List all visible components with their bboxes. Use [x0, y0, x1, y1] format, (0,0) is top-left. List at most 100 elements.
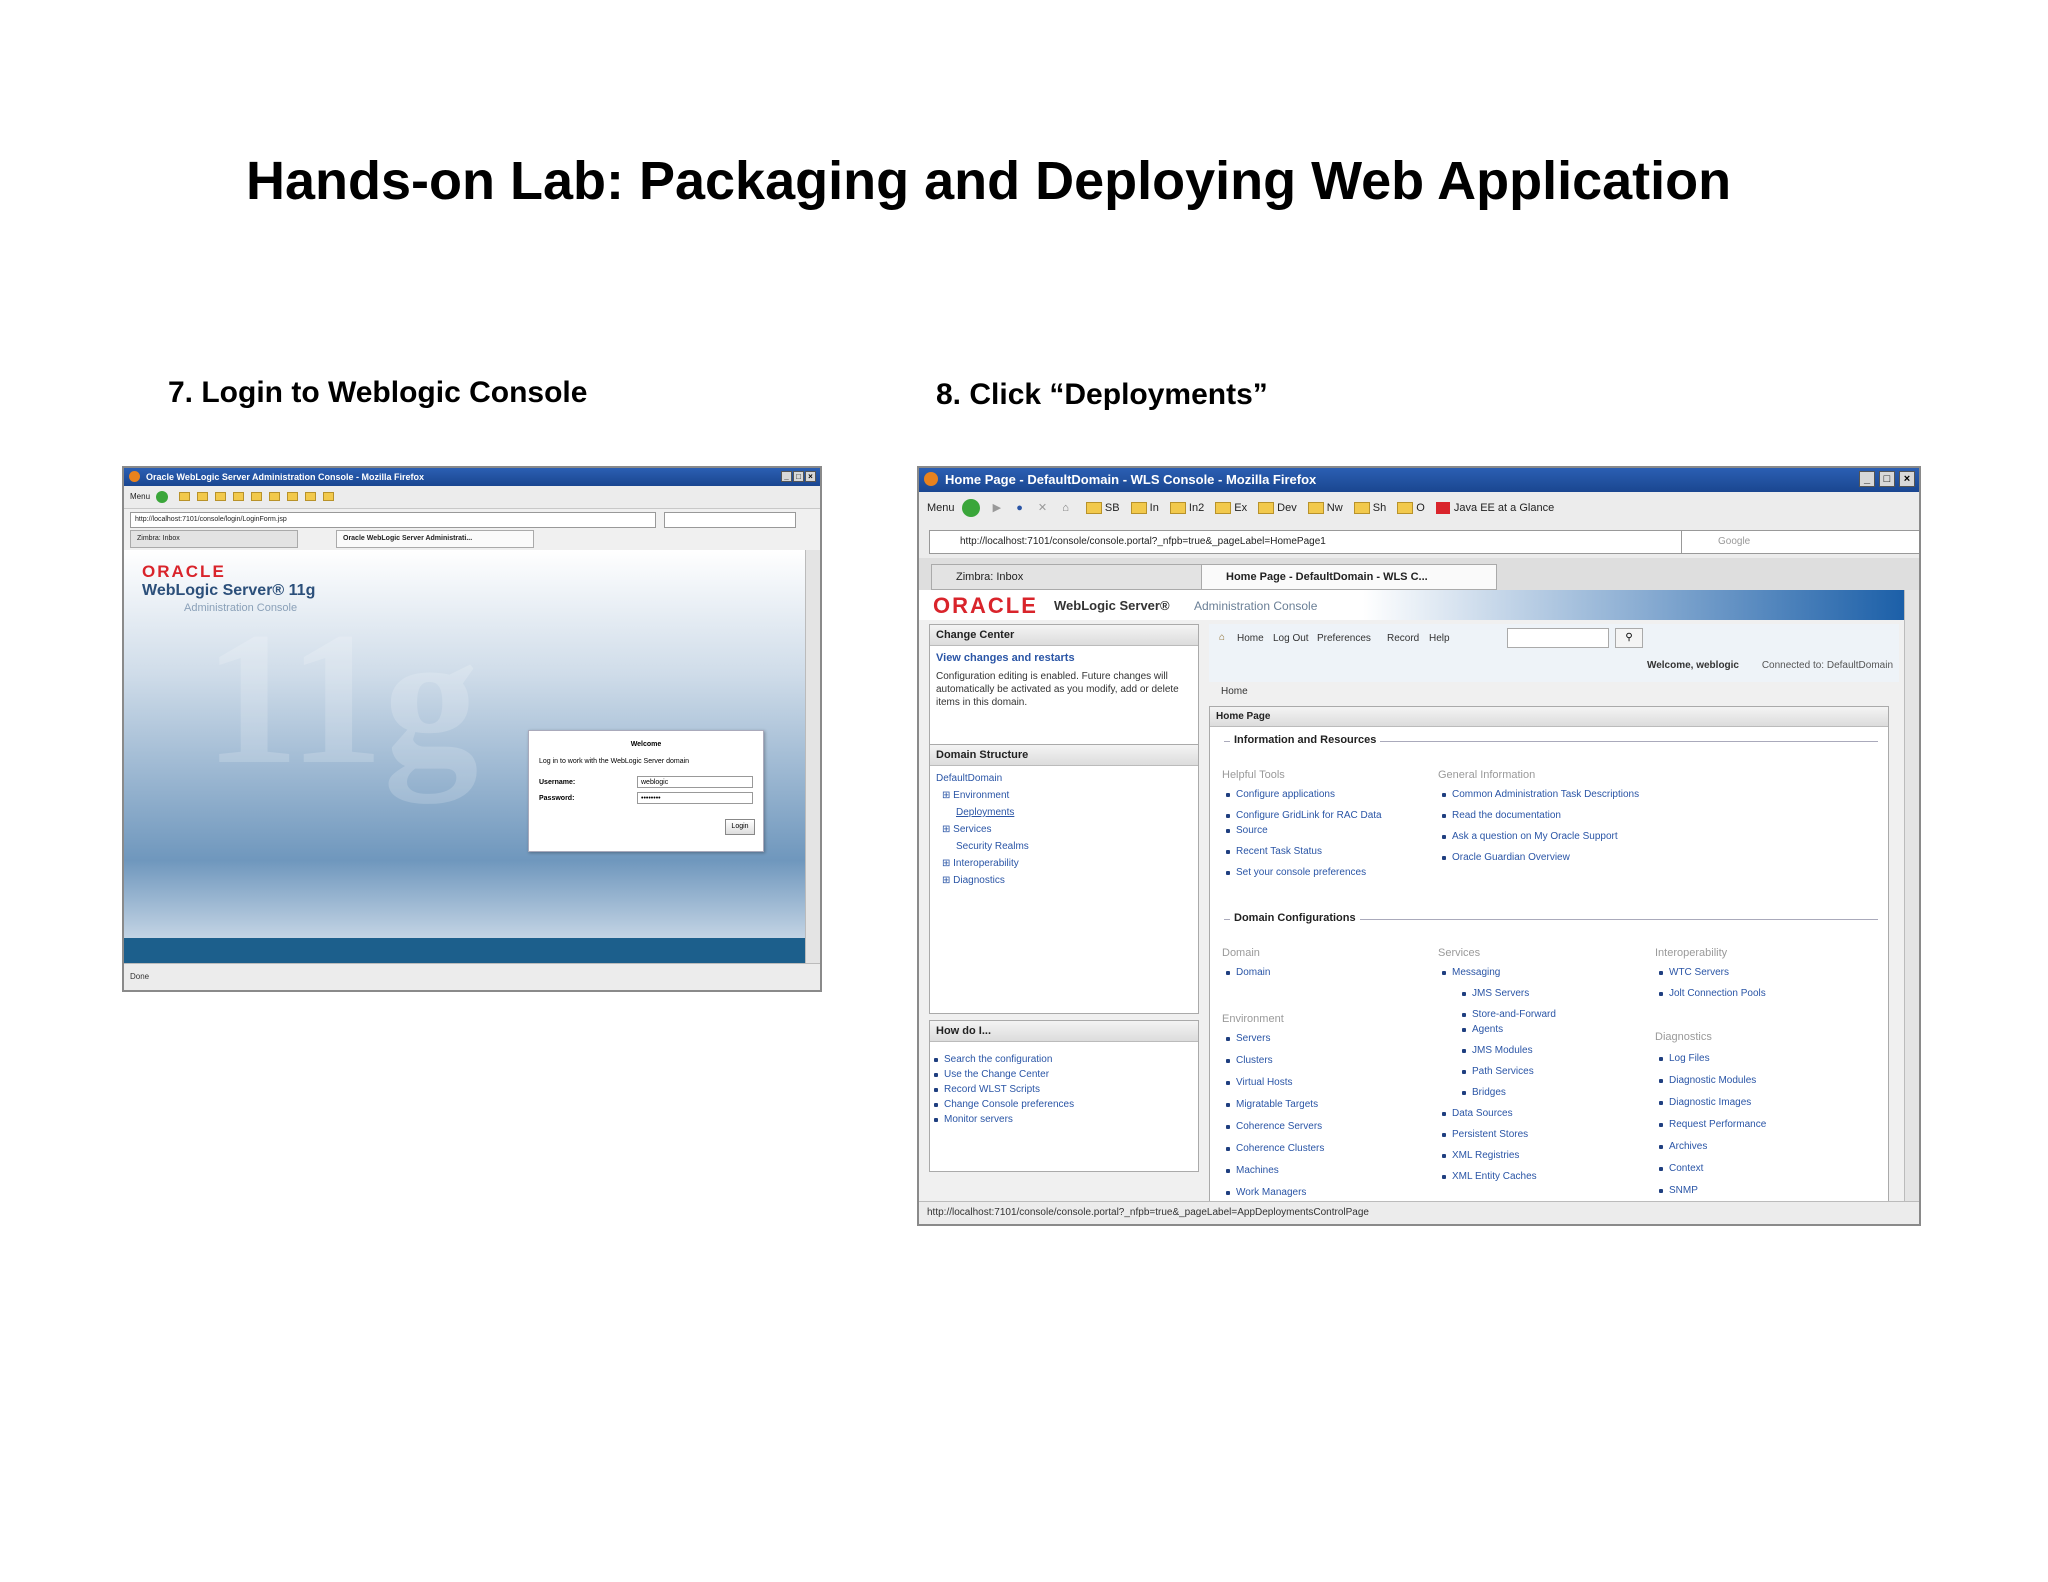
interop-item[interactable]: Jolt Connection Pools [1659, 986, 1766, 1001]
tab-zimbra[interactable]: Zimbra: Inbox [130, 530, 298, 548]
environment-item[interactable]: Servers [1225, 1031, 1324, 1046]
diagnostics-item[interactable]: Diagnostic Images [1658, 1095, 1766, 1110]
tree-default-domain[interactable]: DefaultDomain [936, 770, 1192, 787]
bookmark-folder-icon[interactable] [251, 492, 263, 502]
bookmark-in[interactable]: In [1150, 502, 1159, 514]
bookmark-folder-icon[interactable] [1169, 502, 1186, 515]
scrollbar[interactable] [1904, 590, 1919, 1202]
bookmark-folder-icon[interactable] [287, 492, 299, 502]
back-icon[interactable] [961, 499, 980, 518]
back-icon[interactable] [156, 490, 169, 503]
environment-item[interactable]: Migratable Targets [1225, 1097, 1324, 1112]
how-item[interactable]: Monitor servers [934, 1112, 1198, 1127]
diagnostics-item[interactable]: Diagnostic Modules [1658, 1073, 1766, 1088]
bookmark-folder-icon[interactable] [305, 492, 317, 502]
services-item[interactable]: XML Entity Caches [1442, 1169, 1556, 1184]
search-input[interactable]: Google [1681, 530, 1919, 554]
helpful-tool-item[interactable]: Configure GridLink for RAC Data [1226, 808, 1382, 823]
url-bar[interactable]: http://localhost:7101/console/login/Logi… [130, 512, 656, 528]
forward-icon[interactable]: ▶ [993, 502, 1001, 514]
tree-services[interactable]: ⊞ Services [936, 821, 1192, 838]
services-item[interactable]: JMS Modules [1462, 1043, 1556, 1058]
bookmark-folder-icon[interactable] [1353, 502, 1370, 515]
diagnostics-item[interactable]: SNMP [1658, 1183, 1766, 1198]
minimize-icon[interactable]: _ [781, 471, 792, 482]
stop-icon[interactable]: ✕ [1038, 502, 1047, 514]
services-item[interactable]: XML Registries [1442, 1148, 1556, 1163]
scrollbar[interactable] [805, 550, 820, 964]
tab-zimbra[interactable]: Zimbra: Inbox [931, 564, 1227, 590]
environment-item[interactable]: Clusters [1225, 1053, 1324, 1068]
maximize-icon[interactable]: □ [793, 471, 804, 482]
environment-item[interactable]: Virtual Hosts [1225, 1075, 1324, 1090]
bookmark-folder-icon[interactable] [1085, 502, 1102, 515]
toolbar-logout[interactable]: Log Out [1273, 633, 1309, 644]
bookmark-folder-icon[interactable] [233, 492, 245, 502]
bookmark-folder-icon[interactable] [215, 492, 227, 502]
services-item[interactable]: Persistent Stores [1442, 1127, 1556, 1142]
interop-item[interactable]: WTC Servers [1659, 965, 1766, 980]
helpful-tool-item[interactable]: Set your console preferences [1226, 865, 1382, 880]
bookmark-folder-icon[interactable] [179, 492, 191, 502]
diagnostics-item[interactable]: Log Files [1658, 1051, 1766, 1066]
services-item[interactable]: Path Services [1462, 1064, 1556, 1079]
bookmark-folder-icon[interactable] [1215, 502, 1232, 515]
bookmark-folder-icon[interactable] [197, 492, 209, 502]
services-item[interactable]: Bridges [1462, 1085, 1556, 1100]
bookmark-folder-icon[interactable] [269, 492, 281, 502]
toolbar-record[interactable]: Record [1387, 633, 1419, 644]
tab-home-page[interactable]: Home Page - DefaultDomain - WLS C... [1201, 564, 1497, 590]
tree-deployments[interactable]: Deployments [936, 804, 1192, 821]
how-item[interactable]: Use the Change Center [934, 1067, 1198, 1082]
how-item[interactable]: Change Console preferences [934, 1097, 1198, 1112]
general-info-item[interactable]: Ask a question on My Oracle Support [1441, 829, 1639, 844]
helpful-tool-item[interactable]: Configure applications [1226, 787, 1382, 802]
close-icon[interactable]: × [805, 471, 816, 482]
environment-item[interactable]: Coherence Servers [1225, 1119, 1324, 1134]
services-item[interactable]: Store-and-Forward [1462, 1007, 1556, 1022]
services-item[interactable]: JMS Servers [1462, 986, 1556, 1001]
menu-button[interactable]: Menu [130, 492, 150, 501]
bookmark-sh[interactable]: Sh [1373, 502, 1386, 514]
tree-security-realms[interactable]: Security Realms [936, 838, 1192, 855]
bookmark-folder-icon[interactable] [1307, 502, 1324, 515]
bookmark-folder-icon[interactable] [323, 492, 335, 502]
toolbar-home[interactable]: Home [1237, 633, 1264, 644]
search-input[interactable] [664, 512, 796, 528]
reload-icon[interactable]: ● [1016, 502, 1023, 514]
how-item[interactable]: Record WLST Scripts [934, 1082, 1198, 1097]
services-item[interactable]: Agents [1462, 1022, 1556, 1037]
tree-interoperability[interactable]: ⊞ Interoperability [936, 855, 1192, 872]
bookmark-nw[interactable]: Nw [1327, 502, 1343, 514]
helpful-tool-item[interactable]: Source [1226, 823, 1382, 838]
url-bar[interactable]: http://localhost:7101/console/console.po… [929, 530, 1691, 554]
toolbar-help[interactable]: Help [1429, 633, 1450, 644]
bookmark-sb[interactable]: SB [1105, 502, 1120, 514]
console-search-input[interactable] [1507, 628, 1609, 648]
services-item[interactable]: Data Sources [1442, 1106, 1556, 1121]
environment-item[interactable]: Machines [1225, 1163, 1324, 1178]
environment-item[interactable]: Work Managers [1225, 1185, 1324, 1200]
diagnostics-item[interactable]: Archives [1658, 1139, 1766, 1154]
general-info-item[interactable]: Common Administration Task Descriptions [1441, 787, 1639, 802]
search-icon[interactable]: ⚲ [1615, 628, 1643, 648]
general-info-item[interactable]: Oracle Guardian Overview [1441, 850, 1639, 865]
bookmark-folder-icon[interactable] [1258, 502, 1275, 515]
toolbar-preferences[interactable]: Preferences [1317, 633, 1371, 644]
environment-item[interactable]: Coherence Clusters [1225, 1141, 1324, 1156]
login-button[interactable]: Login [725, 819, 755, 835]
password-field[interactable]: •••••••• [637, 792, 753, 804]
helpful-tool-item[interactable]: Recent Task Status [1226, 844, 1382, 859]
domain-item[interactable]: Domain [1225, 965, 1270, 980]
minimize-icon[interactable]: _ [1859, 471, 1875, 487]
maximize-icon[interactable]: □ [1879, 471, 1895, 487]
menu-button[interactable]: Menu [927, 502, 955, 514]
breadcrumb[interactable]: Home [1221, 686, 1248, 697]
how-item[interactable]: Search the configuration [934, 1052, 1198, 1067]
bookmark-java-ee[interactable]: Java EE at a Glance [1454, 502, 1554, 514]
bookmark-o[interactable]: O [1416, 502, 1425, 514]
close-icon[interactable]: × [1899, 471, 1915, 487]
bookmark-in2[interactable]: In2 [1189, 502, 1204, 514]
general-info-item[interactable]: Read the documentation [1441, 808, 1639, 823]
bookmark-dev[interactable]: Dev [1277, 502, 1297, 514]
